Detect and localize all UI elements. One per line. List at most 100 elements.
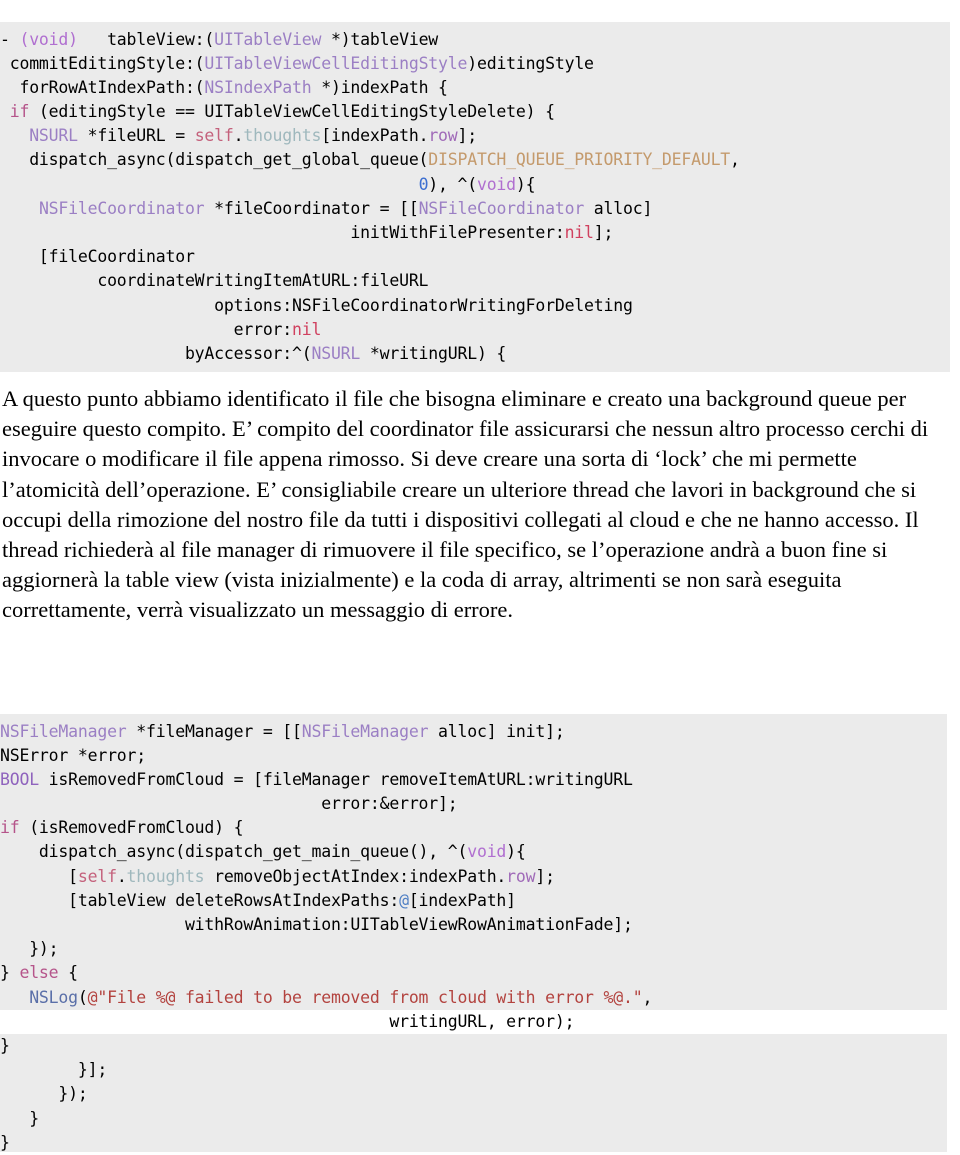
code-line: dispatch_async(dispatch_get_main_queue()…: [0, 840, 947, 864]
code-token-plain: ,: [642, 987, 653, 1007]
code-line: if (isRemovedFromCloud) {: [0, 816, 947, 840]
code-line: NSURL *fileURL = self.thoughts[indexPath…: [0, 124, 950, 148]
code-block-filemanager-remove-item: NSFileManager *fileManager = [[NSFileMan…: [0, 713, 960, 1152]
code-token-keyword: else: [19, 963, 59, 983]
code-token-plain: NSError *error;: [0, 745, 147, 765]
code-token-row: row: [428, 126, 458, 146]
code-line: initWithFilePresenter:nil];: [0, 221, 950, 245]
code-token-prop: thoughts: [243, 126, 322, 146]
code-token-plain: [tableView deleteRowsAtIndexPaths:: [0, 890, 400, 910]
code-token-plain: withRowAnimation:UITableViewRowAnimation…: [0, 915, 633, 934]
code-line: error:&error];: [0, 792, 947, 816]
code-token-bool: BOOL: [0, 769, 39, 789]
code-token-plain: });: [0, 1084, 88, 1104]
code-line: NSError *error;: [0, 744, 947, 768]
code-token-plain: alloc]: [584, 198, 653, 218]
code-token-type: NSFileCoordinator: [418, 198, 585, 218]
code-line: dispatch_async(dispatch_get_global_queue…: [0, 148, 950, 172]
code-token-plain: [fileCoordinator: [0, 247, 195, 267]
code-line: withRowAnimation:UITableViewRowAnimation…: [0, 913, 947, 937]
code-token-plain: error:: [0, 319, 293, 339]
code-token-keyword: if: [0, 818, 20, 838]
code-token-prop: thoughts: [126, 866, 205, 886]
code-token-plain: isRemovedFromCloud = [fileManager remove…: [38, 769, 633, 789]
code-token-type: UITableViewCellEditingStyle: [204, 53, 468, 73]
code-token-plain: *fileURL =: [77, 126, 195, 146]
code-token-plain: .: [116, 866, 127, 886]
code-line: 0), ^(void){: [0, 173, 950, 197]
code-token-type: NSFileManager: [0, 721, 127, 741]
code-token-plain: -: [0, 29, 20, 49]
code-token-plain: tableView:(: [77, 29, 215, 49]
code-token-void: void: [467, 842, 507, 862]
code-line: writingURL, error);: [0, 1009, 960, 1034]
code-token-plain: ){: [506, 842, 526, 862]
code-token-plain: forRowAtIndexPath:(: [0, 77, 205, 97]
code-token-plain: error:&error];: [0, 794, 458, 814]
code-token-plain: ){: [515, 174, 536, 194]
code-line: }: [0, 1034, 947, 1058]
code-token-plain: alloc] init];: [428, 721, 565, 741]
code-token-plain: }];: [0, 1060, 108, 1080]
code-token-plain: ,: [730, 150, 740, 170]
code-token-plain: }: [0, 1108, 39, 1128]
code-token-nil: nil: [292, 319, 322, 339]
code-token-plain: [: [0, 866, 78, 886]
code-token-void: (void): [19, 29, 78, 49]
code-token-plain: });: [0, 939, 59, 959]
code-token-type: NSURL: [311, 343, 361, 363]
code-token-plain: coordinateWritingItemAtURL:fileURL: [0, 271, 429, 291]
code-block-tableview-commit-editing-style: - (void) tableView:(UITableView *)tableV…: [0, 21, 950, 372]
code-token-type: NSFileManager: [301, 721, 429, 741]
code-token-self: self: [77, 866, 117, 886]
code-token-plain: ), ^(: [428, 174, 477, 194]
code-token-plain: commitEditingStyle:(: [0, 53, 205, 73]
code-line: options:NSFileCoordinatorWritingForDelet…: [0, 294, 950, 318]
code-line: coordinateWritingItemAtURL:fileURL: [0, 269, 950, 293]
code-token-plain: dispatch_async(dispatch_get_main_queue()…: [0, 842, 468, 862]
code-token-const: DISPATCH_QUEUE_PRIORITY_DEFAULT: [428, 150, 731, 170]
code-token-type: NSFileCoordinator: [38, 198, 205, 218]
code-token-plain: [indexPath]: [408, 890, 516, 910]
code-token-plain: (isRemovedFromCloud) {: [19, 818, 244, 838]
code-token-type: NSIndexPath: [204, 77, 312, 97]
code-token-plain: ];: [535, 866, 555, 886]
code-line: [self.thoughts removeObjectAtIndex:index…: [0, 865, 947, 889]
code-token-plain: byAccessor:^(: [0, 343, 312, 363]
code-line: NSFileCoordinator *fileCoordinator = [[N…: [0, 197, 950, 221]
code-token-plain: *)tableView: [321, 29, 439, 49]
code-token-at: @: [399, 890, 409, 910]
code-token-plain: }: [0, 963, 20, 983]
code-token-plain: *writingURL) {: [360, 343, 507, 363]
code-line: if (editingStyle == UITableViewCellEditi…: [0, 100, 950, 124]
code-token-plain: *)indexPath {: [311, 77, 448, 97]
code-token-plain: options:NSFileCoordinatorWritingForDelet…: [0, 295, 633, 315]
document-page: - (void) tableView:(UITableView *)tableV…: [0, 0, 960, 1152]
code-line: });: [0, 937, 947, 961]
code-token-void: void: [476, 174, 516, 194]
code-token-plain: )editingStyle: [467, 53, 594, 73]
code-line: } else {: [0, 961, 947, 985]
code-token-keyword: if: [9, 102, 30, 122]
code-line: [fileCoordinator: [0, 245, 950, 269]
code-line: }: [0, 1107, 947, 1131]
code-line: }];: [0, 1058, 947, 1082]
code-token-plain: ];: [457, 126, 478, 146]
code-token-type: NSURL: [29, 126, 78, 146]
code-line: NSLog(@"File %@ failed to be removed fro…: [0, 986, 947, 1010]
code-token-plain: *fileManager = [[: [126, 721, 302, 741]
code-token-nil: nil: [564, 223, 594, 242]
code-line: });: [0, 1082, 947, 1106]
code-token-string: @"File %@ failed to be removed from clou…: [87, 987, 643, 1007]
code-token-plain: *fileCoordinator = [[: [204, 198, 419, 218]
code-line: BOOL isRemovedFromCloud = [fileManager r…: [0, 768, 947, 792]
code-token-plain: dispatch_async(dispatch_get_global_queue…: [0, 150, 429, 170]
code-line: - (void) tableView:(UITableView *)tableV…: [0, 28, 950, 52]
code-token-plain: writingURL, error);: [0, 1011, 575, 1031]
code-token-plain: }: [0, 1035, 10, 1055]
